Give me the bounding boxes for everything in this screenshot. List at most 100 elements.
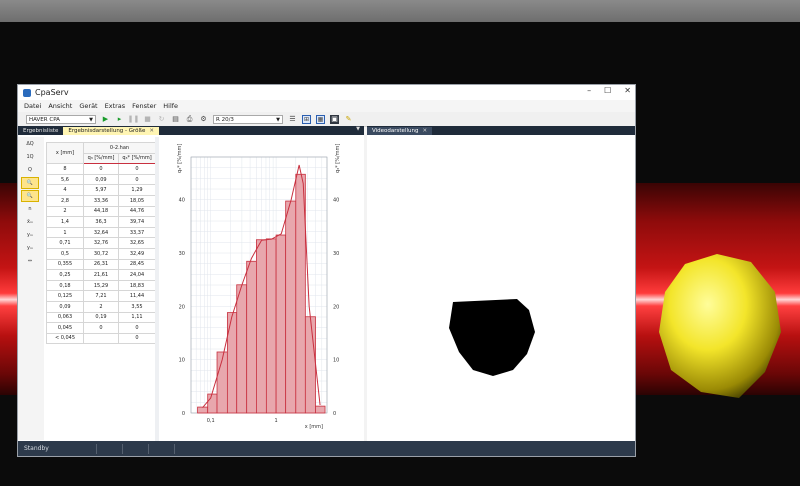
table-cell: 0 — [118, 163, 156, 175]
yellow-particle-image — [659, 254, 781, 398]
menu-geraet[interactable]: Gerät — [79, 102, 97, 110]
status-text: Standby — [18, 443, 97, 454]
table-row: 0,5 30,72 32,49 — [46, 247, 156, 260]
table-row: 0,71 32,76 32,65 — [46, 237, 156, 249]
video-icon[interactable]: ▣ — [330, 114, 339, 124]
close-button[interactable]: ✕ — [624, 86, 631, 95]
table-cell: 0,045 — [46, 322, 84, 334]
table-cell: 21,61 — [83, 269, 119, 281]
tab-videodarstellung[interactable]: Videodarstellung ✕ — [367, 127, 433, 135]
particle-silhouette — [449, 299, 535, 376]
device-select-value: HAVER CPA — [29, 116, 60, 123]
q1-tool[interactable]: 1Q — [21, 151, 39, 163]
table-cell: 0,71 — [46, 237, 84, 249]
table-cell: 1 — [46, 226, 84, 239]
note-icon[interactable]: ✎ — [344, 115, 353, 124]
refresh-icon[interactable]: ↻ — [157, 115, 166, 124]
result-table: x [mm] 0-2.han q₃ [%/mm] q₃* [%/mm] 8005… — [46, 141, 156, 345]
histogram-bar — [295, 173, 306, 414]
stop-icon[interactable]: ■ — [143, 115, 152, 124]
zoom-in-icon[interactable]: 🔍 — [21, 177, 39, 189]
close-icon[interactable]: ✕ — [422, 128, 427, 134]
table-cell: 0,18 — [46, 279, 84, 292]
tab-ergebnisliste[interactable]: Ergebnisliste — [18, 127, 63, 135]
step-icon[interactable]: ▸ — [115, 115, 124, 124]
menu-ansicht[interactable]: Ansicht — [48, 102, 72, 110]
video-panel: Videodarstellung ✕ — [367, 126, 635, 442]
table-row: 0,09 2 3,55 — [46, 300, 156, 313]
xm-tool[interactable]: x̄ₘ — [21, 216, 39, 228]
table-cell: 0,125 — [46, 290, 84, 302]
maximize-button[interactable]: ☐ — [604, 86, 611, 95]
ym-tool-2[interactable]: yₘ — [21, 242, 39, 254]
tab-label: Ergebnisdarstellung - Größe — [68, 128, 146, 134]
table-cell — [83, 332, 119, 345]
status-cell — [149, 443, 175, 454]
status-cell — [97, 443, 123, 454]
ym-tool[interactable]: yₘ — [21, 229, 39, 241]
result-panel: Ergebnisliste Ergebnisdarstellung - Größ… — [18, 126, 364, 442]
save-icon[interactable]: ▤ — [171, 115, 180, 124]
tab-ergebnisdarstellung[interactable]: Ergebnisdarstellung - Größe ✕ — [63, 127, 159, 135]
swap-icon[interactable]: ⇔ — [21, 255, 39, 267]
app-icon — [23, 88, 31, 97]
table-cell: 32,65 — [118, 237, 156, 249]
toolbar: HAVER CPA ▼ ▶ ▸ ❚❚ ■ ↻ ▤ ⎙ ⚙ R 20/3 ▼ ☰ … — [18, 112, 635, 127]
table-cell: < 0,045 — [46, 332, 84, 345]
histogram-bar — [275, 234, 287, 414]
play-icon[interactable]: ▶ — [101, 115, 110, 124]
profile-select[interactable]: R 20/3 ▼ — [213, 114, 283, 124]
close-icon[interactable]: ✕ — [149, 128, 154, 134]
x-axis-label: x [mm] — [305, 424, 323, 430]
menu-fenster[interactable]: Fenster — [132, 102, 156, 110]
grid-view-icon[interactable]: ▦ — [316, 114, 325, 124]
table-cell: 1,11 — [118, 311, 156, 324]
table-cell: 36,3 — [83, 216, 119, 228]
zoom-out-icon[interactable]: 🔍 — [21, 190, 39, 202]
chart-tool-sidebar: ΔQ 1Q Q 🔍 🔍 n x̄ₘ yₘ yₘ ⇔ — [18, 137, 44, 440]
table-cell: 0 — [118, 173, 156, 186]
y-tick-label: 40 — [333, 198, 339, 204]
application-window: CpaServ – ☐ ✕ Datei Ansicht Gerät Extras… — [17, 84, 636, 457]
title-bar: CpaServ – ☐ ✕ — [18, 85, 635, 100]
menu-extras[interactable]: Extras — [105, 102, 126, 110]
histogram-svg: 0 0 10 10 20 20 30 30 40 40 0,1 1 q₃* [%/mm] q₃* [%/m… — [177, 144, 341, 430]
table-cell: 1,29 — [118, 184, 156, 196]
table-cell: 18,83 — [118, 279, 156, 292]
table-cell: 0 — [118, 322, 156, 334]
table-cell: 30,72 — [83, 247, 119, 260]
table-row: 2 44,18 44,76 — [46, 205, 156, 218]
histogram-bar — [315, 405, 326, 414]
table-file-label: 0-2.han — [83, 142, 156, 154]
histogram-bar — [265, 238, 277, 414]
minimize-button[interactable]: – — [587, 86, 591, 95]
menu-datei[interactable]: Datei — [24, 102, 41, 110]
panel-splitter[interactable] — [155, 137, 159, 442]
device-select[interactable]: HAVER CPA ▼ — [26, 114, 96, 124]
list-icon[interactable]: ☰ — [288, 115, 297, 124]
zoom-fit-icon[interactable]: ⊞ — [302, 114, 311, 124]
y-tick-label: 10 — [179, 358, 185, 364]
histogram-bar — [246, 260, 257, 414]
settings-icon[interactable]: ⚙ — [199, 115, 208, 124]
delta-q-tool[interactable]: ΔQ — [21, 138, 39, 150]
table-cell: 0 — [118, 332, 156, 345]
status-bar: Standby — [18, 441, 635, 456]
table-cell: 44,18 — [83, 205, 119, 218]
q-tool[interactable]: Q — [21, 164, 39, 176]
chevron-down-icon[interactable]: ▼ — [356, 126, 360, 132]
y-axis-label-left: q₃* [%/mm] — [177, 144, 183, 173]
table-cell: 8 — [46, 163, 84, 175]
profile-select-value: R 20/3 — [216, 116, 234, 123]
pause-icon[interactable]: ❚❚ — [128, 115, 140, 124]
histogram-bar — [285, 200, 297, 414]
menu-hilfe[interactable]: Hilfe — [163, 102, 178, 110]
print-icon[interactable]: ⎙ — [185, 115, 194, 124]
table-cell: 33,36 — [83, 194, 119, 207]
count-tool[interactable]: n — [21, 203, 39, 215]
table-row: 4 5,97 1,29 — [46, 184, 156, 196]
table-cell: 26,31 — [83, 258, 119, 271]
table-cell: 2 — [83, 300, 119, 313]
table-cell: 4 — [46, 184, 84, 196]
table-row: < 0,045 0 — [46, 332, 156, 345]
